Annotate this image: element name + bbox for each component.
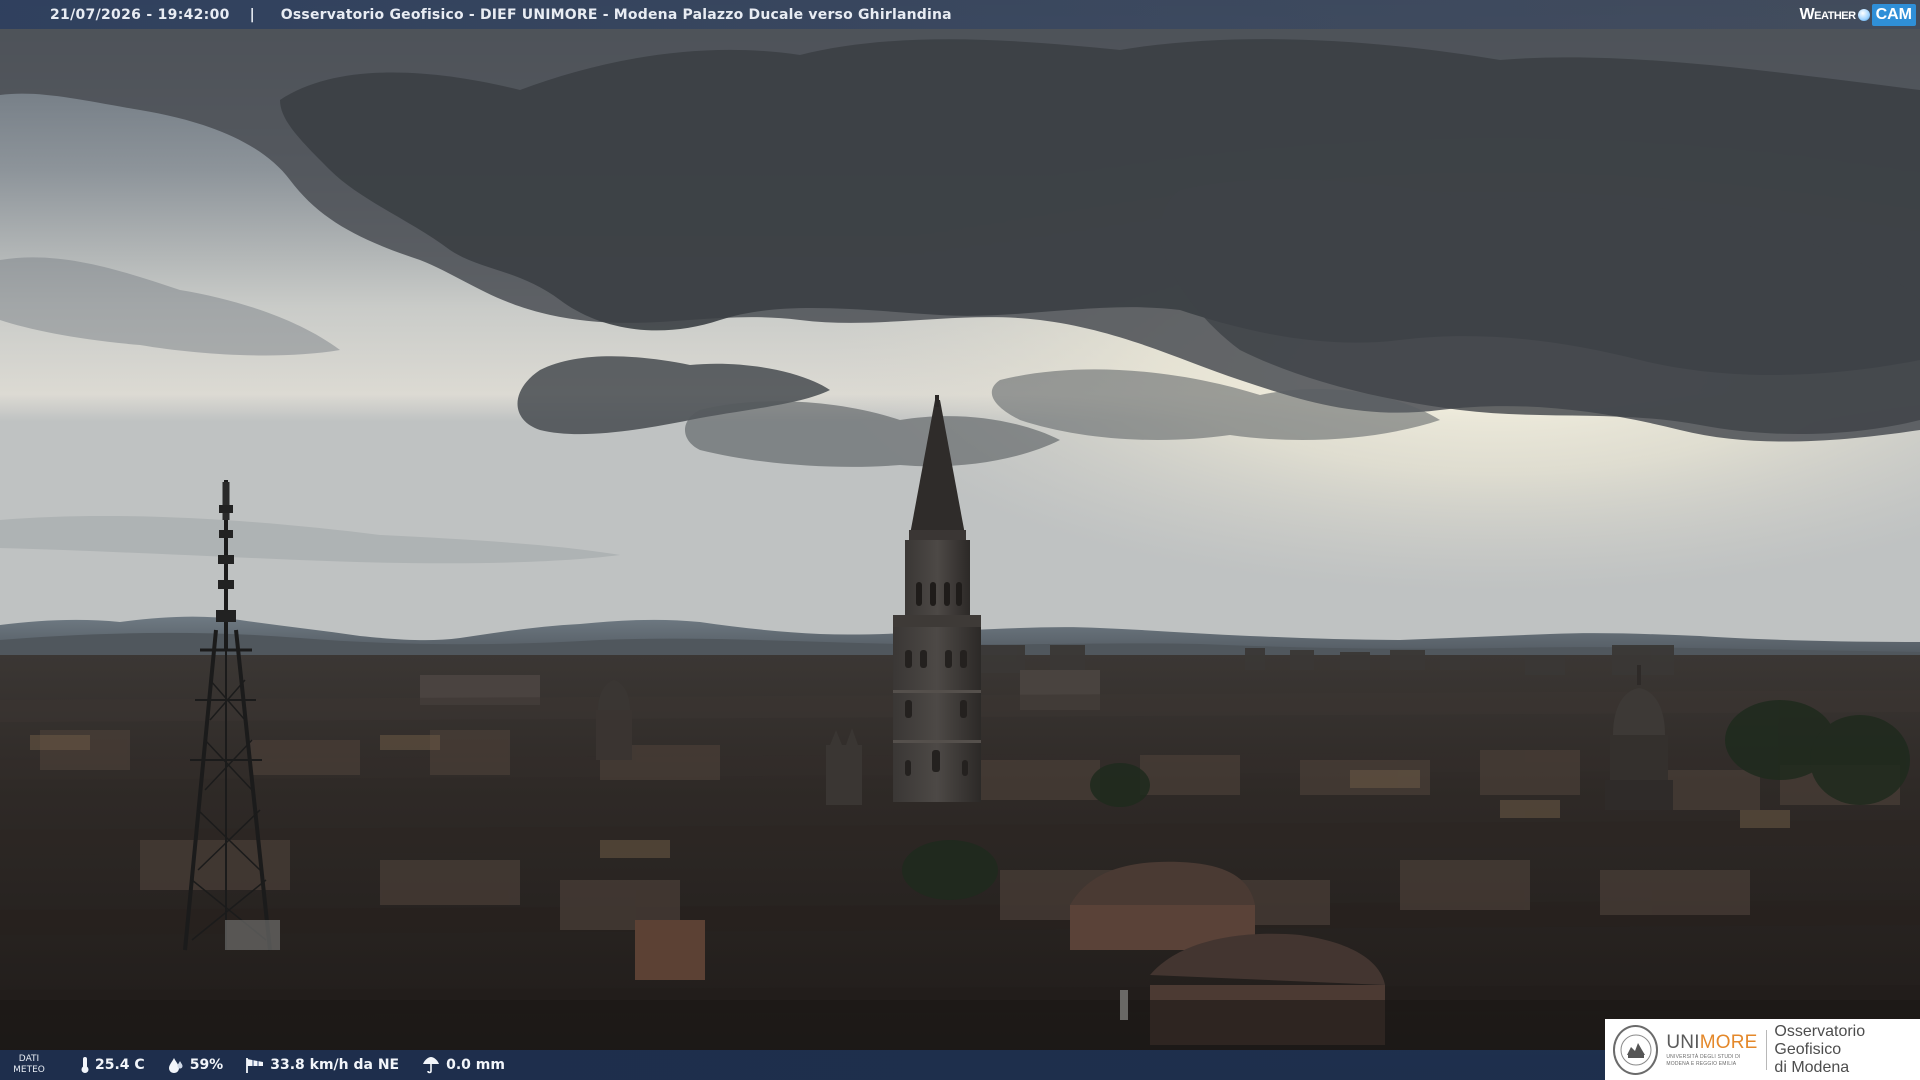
- webcam-image: 21/07/2026 - 19:42:00 | Osservatorio Geo…: [0, 0, 1920, 1080]
- thermometer-icon: [81, 1057, 89, 1073]
- unimore-wordmark: UNIMORE UNIVERSITÀ DEGLI STUDI DI MODENA…: [1666, 1031, 1758, 1067]
- observatory-name-line2: di Modena: [1774, 1058, 1850, 1076]
- weather-data-label: DATI METEO: [0, 1054, 58, 1076]
- rain-gauge-icon: [423, 1057, 440, 1074]
- city-skyline-photo: [0, 0, 1920, 1080]
- unimore-name-part2: MORE: [1699, 1031, 1758, 1053]
- humidity-value: 59%: [189, 1057, 224, 1073]
- weathercam-logo-dot-icon: [1857, 8, 1870, 21]
- observatory-name-line1: Osservatorio Geofisico: [1774, 1022, 1866, 1058]
- institution-logo[interactable]: UNIMORE UNIVERSITÀ DEGLI STUDI DI MODENA…: [1605, 1019, 1920, 1080]
- wind-value: 33.8 km/h da NE: [270, 1057, 400, 1073]
- rain-reading: 0.0 mm: [421, 1056, 505, 1074]
- unimore-name-part1: UNI: [1666, 1031, 1700, 1053]
- observatory-name: Osservatorio Geofisico di Modena: [1774, 1023, 1920, 1077]
- temperature-reading: 25.4 C: [80, 1056, 145, 1074]
- wind-sock-icon: [246, 1058, 264, 1073]
- weathercam-logo-cam: CAM: [1871, 3, 1916, 26]
- rain-value: 0.0 mm: [446, 1057, 505, 1073]
- camera-header-bar: 21/07/2026 - 19:42:00 | Osservatorio Geo…: [0, 0, 1920, 29]
- camera-title: Osservatorio Geofisico - DIEF UNIMORE - …: [280, 6, 952, 23]
- humidity-drop-icon: [168, 1058, 183, 1073]
- weathercam-logo-weather: Weather: [1799, 5, 1857, 23]
- wind-reading: 33.8 km/h da NE: [245, 1056, 399, 1074]
- temperature-value: 25.4 C: [95, 1057, 145, 1073]
- university-seal-icon: [1613, 1024, 1659, 1075]
- unimore-subtitle-line2: MODENA E REGGIO EMILIA: [1666, 1060, 1737, 1067]
- weather-data-label-line1: DATI: [18, 1054, 40, 1064]
- timestamp: 21/07/2026 - 19:42:00: [50, 6, 230, 23]
- logo-divider: [1765, 1029, 1767, 1070]
- humidity-reading: 59%: [167, 1056, 224, 1074]
- weather-data-bar: DATI METEO 25.4 C 59% 33.8 km/h da NE 0.…: [0, 1050, 1605, 1080]
- header-separator: |: [249, 6, 255, 23]
- weather-data-label-line2: METEO: [13, 1065, 45, 1075]
- weathercam-logo[interactable]: Weather CAM: [1800, 0, 1920, 29]
- unimore-subtitle-line1: UNIVERSITÀ DEGLI STUDI DI: [1666, 1053, 1741, 1060]
